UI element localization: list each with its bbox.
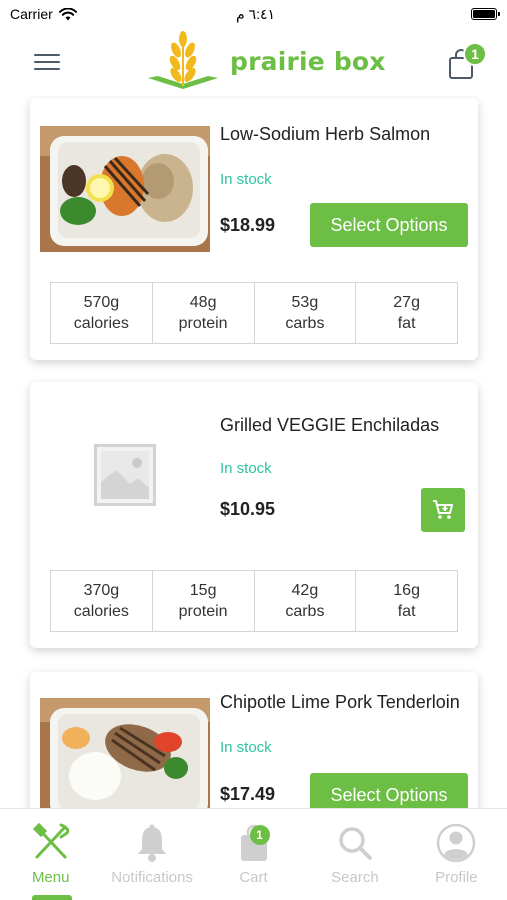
tab-profile[interactable]: Profile xyxy=(406,809,507,900)
header-cart-button[interactable]: 1 xyxy=(447,42,487,80)
wifi-icon xyxy=(58,7,77,20)
macro-value: 16g xyxy=(393,582,420,599)
stock-status: In stock xyxy=(220,171,272,188)
macro-label: carbs xyxy=(285,603,325,620)
tab-label: Cart xyxy=(239,869,268,886)
add-to-cart-button[interactable] xyxy=(421,488,465,532)
tab-label: Menu xyxy=(31,869,70,886)
tab-cart[interactable]: 1 Cart xyxy=(203,809,304,900)
active-tab-indicator xyxy=(32,895,72,900)
cart-badge: 1 xyxy=(249,825,270,845)
menu-hamburger-icon[interactable] xyxy=(34,52,60,72)
macro-carbs: 42g carbs xyxy=(255,571,357,631)
bottom-tab-bar: Menu Notifications 1 Cart Search Profile xyxy=(0,808,507,900)
select-options-button[interactable]: Select Options xyxy=(310,773,468,808)
tab-label: Search xyxy=(331,869,379,886)
macro-label: protein xyxy=(178,603,228,620)
product-title[interactable]: Grilled VEGGIE Enchiladas xyxy=(220,414,465,436)
tab-label: Notifications xyxy=(111,869,193,886)
macro-carbs: 53g carbs xyxy=(255,283,357,343)
macro-fat: 27g fat xyxy=(356,283,457,343)
macro-label: fat xyxy=(397,315,416,332)
macro-label: calories xyxy=(73,603,129,620)
carrier-label: Carrier xyxy=(10,6,53,22)
product-card[interactable]: Chipotle Lime Pork Tenderloin In stock $… xyxy=(30,672,478,808)
status-bar: Carrier ٦:٤١ م xyxy=(0,0,507,28)
clock: ٦:٤١ م xyxy=(236,5,276,22)
search-icon xyxy=(339,827,372,860)
product-card[interactable]: Low-Sodium Herb Salmon In stock $18.99 S… xyxy=(30,98,478,360)
bell-icon xyxy=(138,824,167,862)
macro-value: 27g xyxy=(393,294,420,311)
image-placeholder-icon[interactable] xyxy=(40,412,210,538)
macro-protein: 15g protein xyxy=(153,571,255,631)
select-options-button[interactable]: Select Options xyxy=(310,203,468,247)
macro-label: protein xyxy=(178,315,228,332)
macro-label: carbs xyxy=(285,315,325,332)
product-card[interactable]: Grilled VEGGIE Enchiladas In stock $10.9… xyxy=(30,382,478,648)
macro-value: 48g xyxy=(189,294,217,311)
product-title[interactable]: Chipotle Lime Pork Tenderloin xyxy=(220,691,465,713)
product-price: $10.95 xyxy=(220,499,276,519)
logo-text: prairie box xyxy=(230,46,386,76)
macro-table: 370g calories 15g protein 42g carbs 16g … xyxy=(50,570,458,632)
fork-knife-icon xyxy=(32,823,69,859)
macro-calories: 370g calories xyxy=(51,571,153,631)
macro-table: 570g calories 48g protein 53g carbs 27g … xyxy=(50,282,458,344)
macro-fat: 16g fat xyxy=(356,571,457,631)
battery-icon xyxy=(471,8,500,20)
add-to-cart-icon xyxy=(433,500,453,519)
tab-notifications[interactable]: Notifications xyxy=(101,809,202,900)
macro-value: 570g xyxy=(83,294,120,311)
product-list: Low-Sodium Herb Salmon In stock $18.99 S… xyxy=(0,96,507,808)
app-header: prairie box 1 xyxy=(0,28,507,96)
macro-label: calories xyxy=(73,315,129,332)
macro-value: 15g xyxy=(189,582,217,599)
tab-menu[interactable]: Menu xyxy=(0,809,101,900)
profile-icon xyxy=(437,823,476,863)
status-left: Carrier xyxy=(10,6,77,22)
stock-status: In stock xyxy=(220,739,272,756)
salmon-meal-image[interactable] xyxy=(40,126,210,252)
stock-status: In stock xyxy=(220,460,272,477)
tab-label: Profile xyxy=(435,869,478,886)
product-title[interactable]: Low-Sodium Herb Salmon xyxy=(220,123,465,145)
macro-value: 370g xyxy=(83,582,120,599)
prairie-box-logo: prairie box xyxy=(146,30,386,92)
macro-value: 42g xyxy=(291,582,319,599)
macro-calories: 570g calories xyxy=(51,283,153,343)
pork-meal-image[interactable] xyxy=(40,698,210,808)
product-price: $17.49 xyxy=(220,784,276,804)
cart-count-badge: 1 xyxy=(463,42,487,66)
macro-label: fat xyxy=(397,603,416,620)
product-price: $18.99 xyxy=(220,215,276,235)
macro-protein: 48g protein xyxy=(153,283,255,343)
tab-search[interactable]: Search xyxy=(304,809,405,900)
macro-value: 53g xyxy=(291,294,319,311)
wheat-logo-icon xyxy=(148,31,218,89)
